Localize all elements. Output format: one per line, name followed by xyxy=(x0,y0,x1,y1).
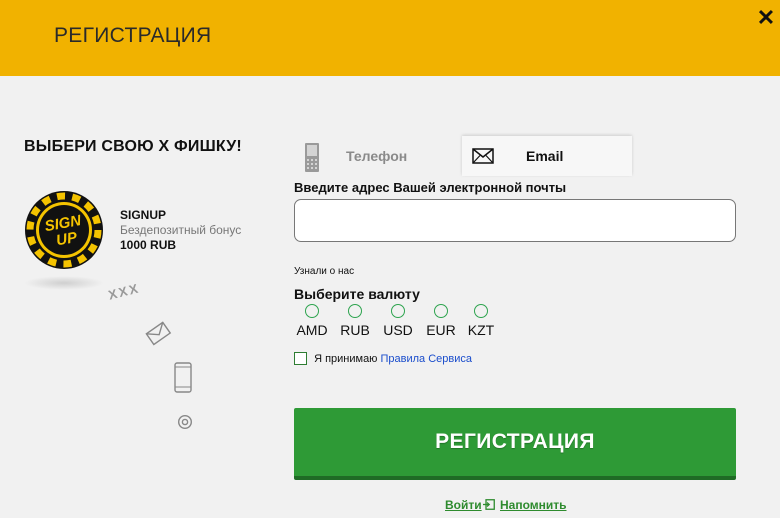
currency-radio[interactable] xyxy=(305,304,319,318)
page-title: РЕГИСТРАЦИЯ xyxy=(54,24,212,47)
email-field[interactable] xyxy=(294,199,736,242)
bonus-info: SIGNUP Бездепозитный бонус 1000 RUB xyxy=(120,208,241,253)
terms-link[interactable]: Правила Сервиса xyxy=(381,353,473,365)
currency-option-rub[interactable]: RUB xyxy=(335,304,375,338)
currency-code: EUR xyxy=(426,322,456,338)
currency-code: KZT xyxy=(467,322,495,338)
currency-radio[interactable] xyxy=(434,304,448,318)
bottom-links: Войти Напомнить xyxy=(445,498,567,512)
currency-option-usd[interactable]: USD xyxy=(378,304,418,338)
promo-title: ВЫБЕРИ СВОЮ Х ФИШКУ! xyxy=(24,138,242,155)
login-icon xyxy=(482,499,495,510)
envelope-icon xyxy=(145,321,172,346)
email-field-label: Введите адрес Вашей электронной почты xyxy=(294,180,567,195)
close-button[interactable]: ✕ xyxy=(754,6,778,30)
currency-label: Выберите валюту xyxy=(294,286,420,302)
tab-email[interactable]: Email xyxy=(462,136,632,176)
currency-radio[interactable] xyxy=(348,304,362,318)
bonus-title: SIGNUP xyxy=(120,208,167,222)
at-icon xyxy=(177,414,193,430)
terms-checkbox[interactable] xyxy=(294,352,307,365)
tab-email-label: Email xyxy=(526,148,564,164)
phone-icon xyxy=(174,362,192,393)
phone-icon xyxy=(305,143,319,172)
header-bar: РЕГИСТРАЦИЯ ✕ xyxy=(0,0,780,76)
terms-row: Я принимаю Правила Сервиса xyxy=(294,352,472,365)
login-link[interactable]: Войти xyxy=(445,498,482,512)
currency-radio[interactable] xyxy=(474,304,488,318)
terms-text: Я принимаю xyxy=(314,353,378,365)
chip-shadow xyxy=(24,276,104,290)
tab-phone[interactable]: Телефон xyxy=(294,136,462,176)
currency-code: RUB xyxy=(340,322,370,338)
currency-option-kzt[interactable]: KZT xyxy=(461,304,501,338)
tab-phone-label: Телефон xyxy=(346,148,408,164)
close-icon: ✕ xyxy=(756,5,776,30)
envelope-icon xyxy=(472,148,494,164)
heard-about-us-label: Узнали о нас xyxy=(294,266,355,277)
currency-radio[interactable] xyxy=(391,304,405,318)
currency-code: USD xyxy=(383,322,413,338)
bonus-description: Бездепозитный бонус xyxy=(120,223,242,237)
xxx-icon: XXX xyxy=(106,280,142,303)
signup-chip-logo: SIGN UP xyxy=(25,191,103,269)
remind-link[interactable]: Напомнить xyxy=(500,498,567,512)
bonus-amount: 1000 RUB xyxy=(120,238,177,252)
register-button[interactable]: РЕГИСТРАЦИЯ xyxy=(294,408,736,480)
currency-code: AMD xyxy=(296,322,328,338)
currency-option-eur[interactable]: EUR xyxy=(421,304,461,338)
currency-option-amd[interactable]: AMD xyxy=(292,304,332,338)
